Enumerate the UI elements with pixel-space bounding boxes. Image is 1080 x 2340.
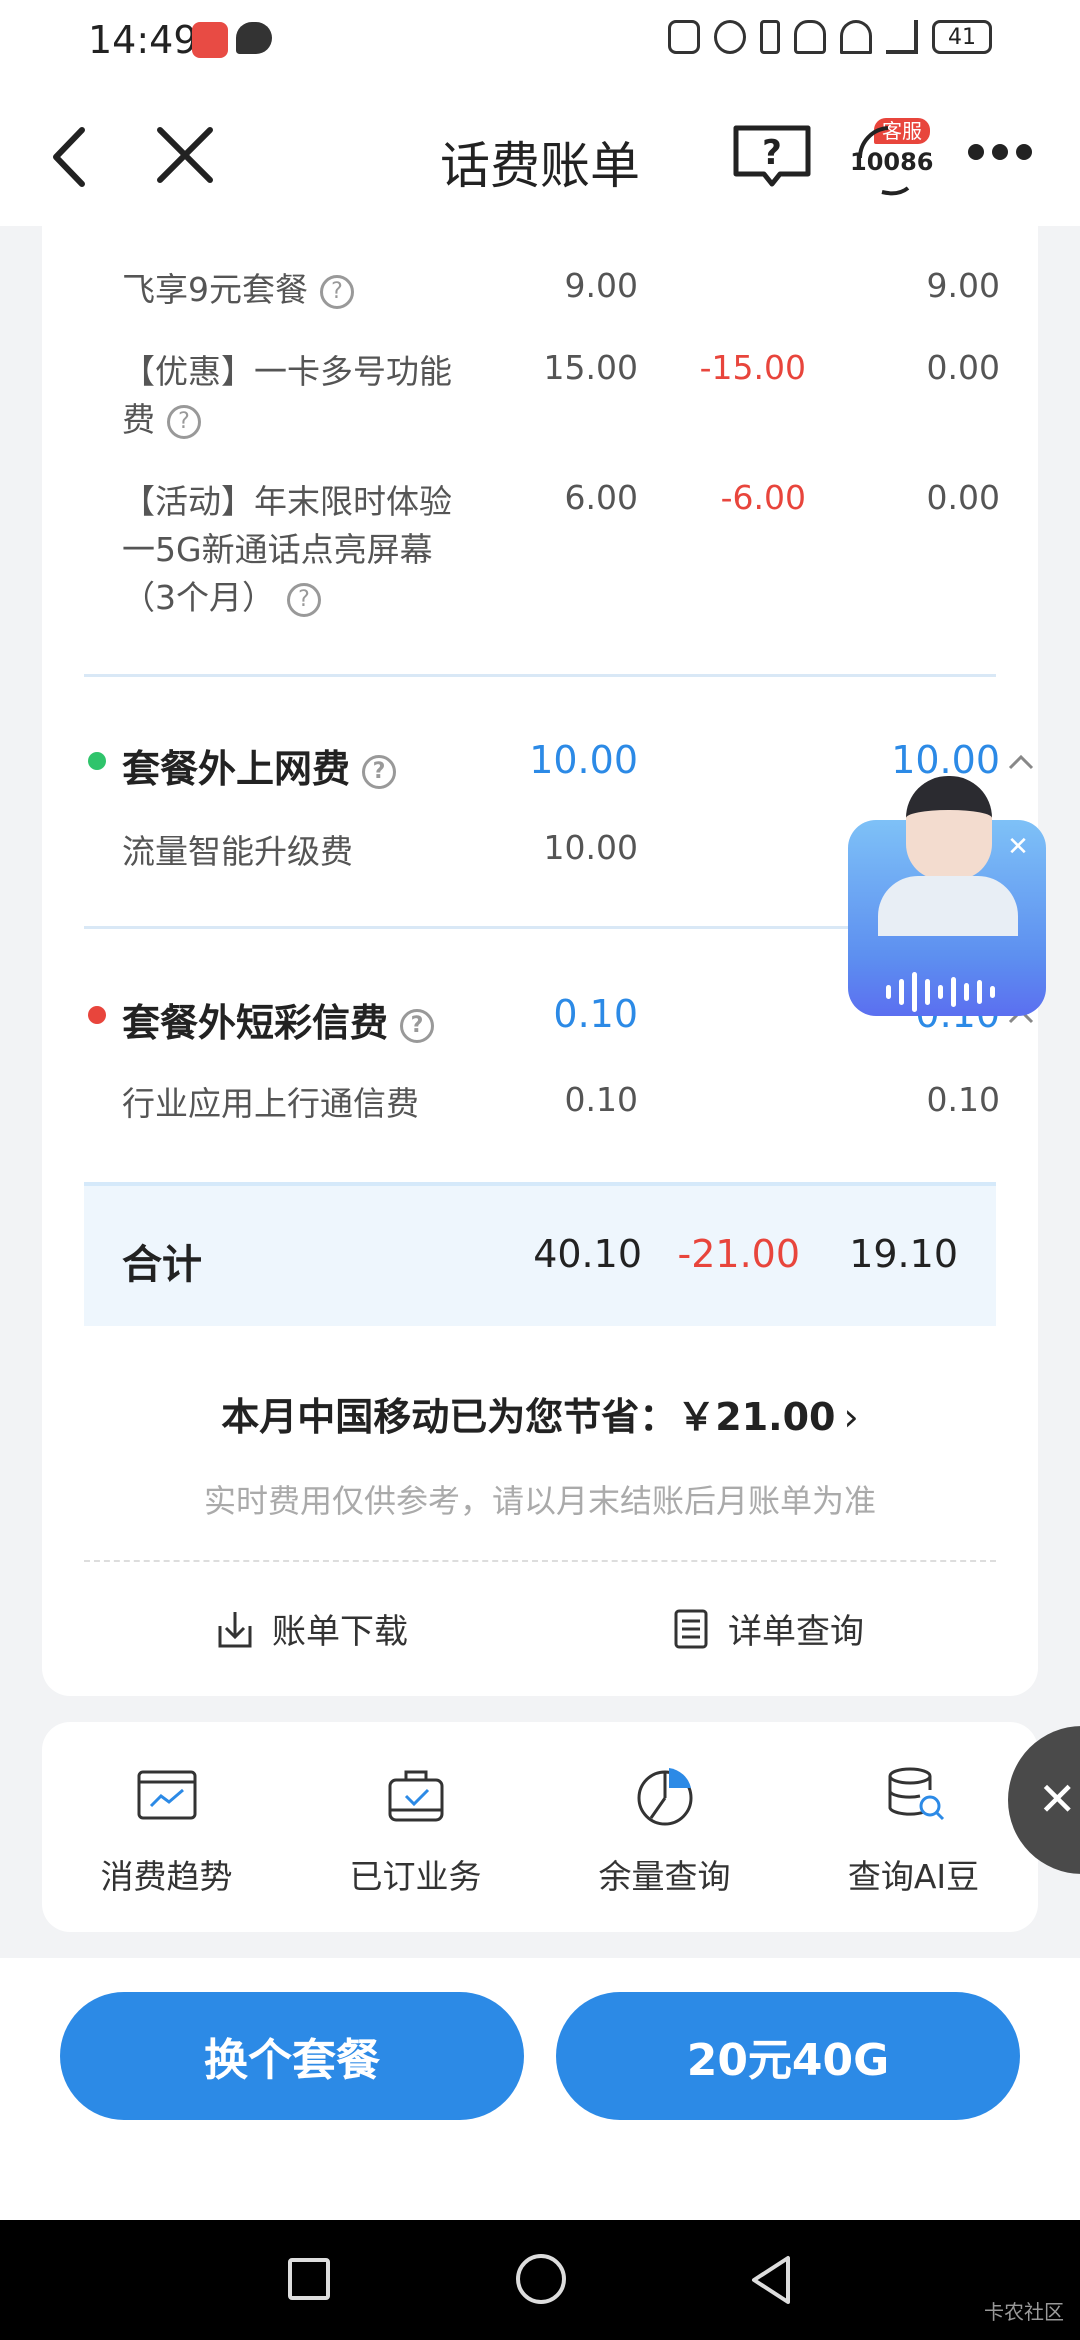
more-icon[interactable] [968,144,1032,168]
shortcut-label: 余量查询 [598,1857,731,1896]
assistant-float[interactable]: ✕ [848,776,1046,1016]
shortcut-subscribed-services[interactable]: 已订业务 [311,1762,521,1932]
shortcut-label: 查询AI豆 [847,1857,980,1896]
mute-icon [794,20,826,54]
question-icon[interactable]: ? [362,754,397,789]
shortcut-label: 消费趋势 [100,1857,233,1896]
bill-item-amount: 6.00 [564,478,638,517]
question-icon[interactable]: ? [287,582,321,617]
nav-back-icon[interactable] [748,2254,798,2306]
question-icon[interactable]: ? [400,1008,435,1043]
total-label: 合计 [122,1242,202,1288]
bluetooth-icon [760,20,780,54]
chevron-up-icon[interactable] [1006,752,1036,770]
charging-icon [1006,20,1020,54]
total-actual: 19.10 [849,1232,958,1276]
section-item-amount: 0.10 [564,1080,638,1119]
alarm-icon [714,20,746,54]
close-icon: ✕ [1038,1772,1077,1826]
document-list-icon [674,1609,708,1648]
section-amount: 0.10 [553,992,638,1036]
help-book-icon[interactable]: ? [732,122,812,188]
bill-item-actual: 0.00 [926,478,1000,517]
coins-search-icon [888,1767,944,1821]
bill-item-name: 飞享9元套餐? [122,266,502,314]
shortcut-label: 已订业务 [349,1857,482,1896]
question-icon[interactable]: ? [320,274,354,309]
bill-item-name: 【优惠】一卡多号功能费? [122,352,452,439]
service-badge: 客服 [874,118,930,144]
bottom-action-bar: 换个套餐 20元40G [0,1958,1080,2220]
total-row: 合计 40.10 -21.00 19.10 [84,1182,996,1326]
app-header: 话费账单 ? 客服 10086 [0,84,1080,226]
nfc-icon [668,20,700,54]
bill-item-actual: 9.00 [926,266,1000,305]
signal-icon [886,20,918,54]
section-title: 套餐外短彩信费? [122,992,435,1047]
section-item-actual: 0.10 [926,1080,1000,1119]
assistant-avatar [906,776,992,880]
svg-text:?: ? [762,133,782,173]
assistant-body [878,876,1018,936]
shortcut-consumption-trend[interactable]: 消费趋势 [62,1762,272,1932]
bill-item-actual: 0.00 [926,348,1000,387]
briefcase-check-icon [388,1770,443,1822]
total-amount: 40.10 [533,1232,642,1276]
chevron-right-icon: › [843,1395,859,1439]
bill-item-name: 【活动】年末限时体验一5G新通话点亮屏幕（3个月）? [122,482,452,617]
total-discount: -21.00 [677,1232,801,1276]
recent-apps-icon[interactable] [288,2258,330,2300]
bill-item-amount: 9.00 [564,266,638,305]
section-dot [88,752,106,770]
section-item-name: 流量智能升级费 [122,832,353,871]
download-icon [218,1611,252,1647]
section-title: 套餐外上网费? [122,738,397,793]
saving-link[interactable]: 本月中国移动已为您节省：￥21.00 › [42,1386,1038,1441]
shortcut-balance-query[interactable]: 余量查询 [560,1762,770,1932]
pie-chart-icon [637,1768,692,1826]
bill-item-discount: -15.00 [699,348,806,387]
app-notification-icon [192,22,228,58]
download-label: 账单下载 [272,1612,408,1652]
divider [84,674,996,677]
section-item-amount: 10.00 [543,828,638,867]
shortcut-ai-beans[interactable]: 查询AI豆 [809,1762,1019,1932]
dashed-divider [84,1560,996,1562]
message-notification-icon [236,22,272,54]
change-plan-button[interactable]: 换个套餐 [60,1992,524,2120]
question-icon[interactable]: ? [167,404,201,439]
assistant-close-icon[interactable]: ✕ [1004,834,1032,862]
service-number: 10086 [850,148,934,176]
notice-text: 实时费用仅供参考，请以月末结账后月账单为准 [203,1482,876,1520]
voice-wave-icon [886,972,995,1012]
trend-chart-icon [137,1770,196,1820]
watermark-text: 卡农社区 [984,2300,1064,2324]
detail-query-button[interactable]: 详单查询 [670,1604,864,1653]
download-bill-button[interactable]: 账单下载 [214,1604,408,1653]
status-icons: 41 [668,20,1020,54]
battery-icon: 41 [932,20,992,54]
status-time: 14:49 [88,18,198,62]
detail-label: 详单查询 [728,1612,864,1652]
bill-item-discount: -6.00 [720,478,806,517]
wifi-icon [840,20,872,54]
promo-plan-button[interactable]: 20元40G [556,1992,1020,2120]
status-bar: 14:49 41 [0,0,1080,84]
bill-item-amount: 15.00 [543,348,638,387]
section-dot [88,1006,106,1024]
home-icon[interactable] [516,2254,566,2304]
shortcuts-card: 消费趋势 已订业务 余量查询 查询AI豆 [42,1722,1038,1932]
section-item-name: 行业应用上行通信费 [122,1084,419,1123]
customer-service-button[interactable]: 客服 10086 [848,118,934,200]
system-nav-bar [0,2220,1080,2340]
section-amount: 10.00 [529,738,638,782]
